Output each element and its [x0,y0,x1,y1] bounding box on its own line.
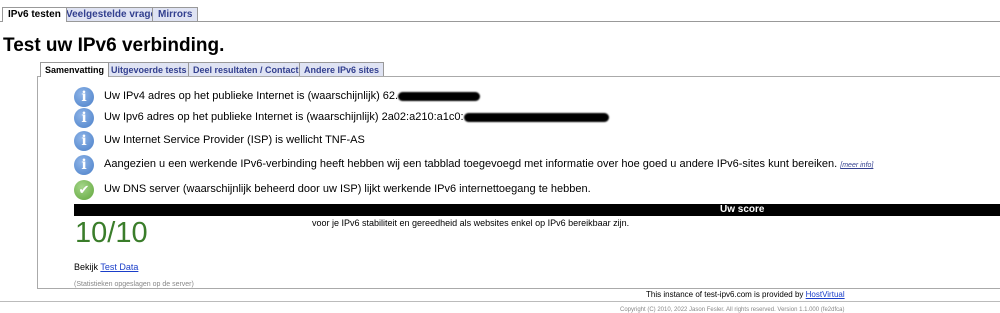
info-icon: i [74,155,94,175]
tab-samenvatting[interactable]: Samenvatting [40,62,110,77]
instance-text: This instance of test-ipv6.com is provid… [646,290,804,299]
top-tab-bar: IPv6 testen Veelgestelde vragen Mirrors [0,0,1000,22]
score-value: 10/10 [75,217,148,249]
bekijk-label: Bekijk [74,262,99,272]
result-text: Uw Internet Service Provider (ISP) is we… [104,134,365,146]
footer-divider [0,301,1000,302]
test-data-line: Bekijk Test Data [74,262,138,272]
redacted-address [398,91,481,101]
tab-mirrors[interactable]: Mirrors [152,7,199,21]
score-header: Uw score [74,204,1000,216]
check-icon: ✔ [74,180,94,200]
meer-info-link[interactable]: [meer info] [840,162,873,169]
tab-andere-ipv6-sites[interactable]: Andere IPv6 sites [299,62,385,76]
page-title: Test uw IPv6 verbinding. [3,35,225,56]
hostvirtual-link[interactable]: HostVirtual [806,290,845,299]
result-text: Aangezien u een werkende IPv6-verbinding… [104,158,838,170]
result-text: Uw IPv4 adres op het publieke Internet i… [104,90,399,102]
test-data-link[interactable]: Test Data [100,262,138,272]
instance-note: This instance of test-ipv6.com is provid… [646,290,845,299]
info-icon: i [74,108,94,128]
tab-uitgevoerde-tests[interactable]: Uitgevoerde tests [106,62,192,76]
result-text: Uw DNS server (waarschijnlijk beheerd do… [104,183,591,195]
tab-deel-resultaten[interactable]: Deel resultaten / Contact [188,62,304,76]
redacted-address [463,112,609,122]
info-icon: i [74,87,94,107]
copyright: Copyright (C) 2010, 2022 Jason Fesler. A… [620,307,845,313]
tab-ipv6-testen[interactable]: IPv6 testen [2,7,67,22]
stats-note: (Statistieken opgeslagen op de server) [74,281,194,288]
score-header-label: Uw score [720,204,765,215]
result-text: Uw Ipv6 adres op het publieke Internet i… [104,111,464,123]
info-icon: i [74,131,94,151]
score-description: voor je IPv6 stabiliteit en gereedheid a… [312,218,630,228]
